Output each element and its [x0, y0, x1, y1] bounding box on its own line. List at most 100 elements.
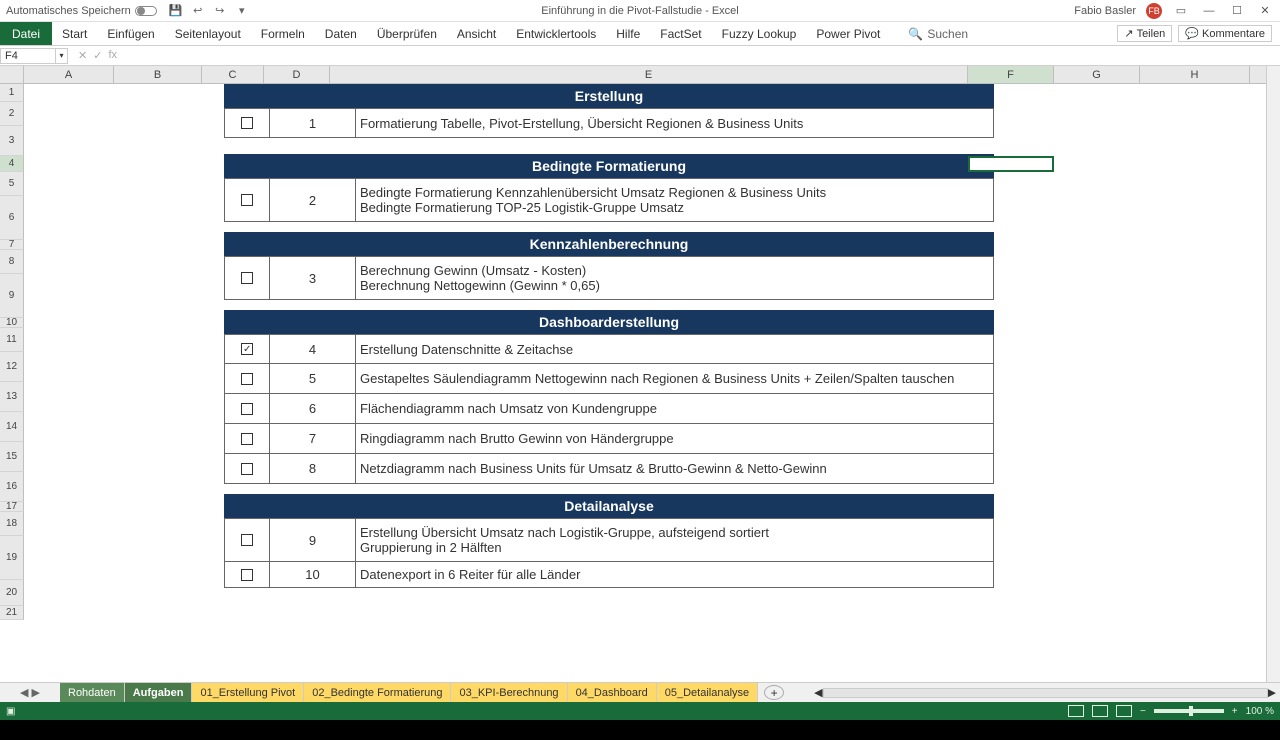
- zoom-slider[interactable]: [1154, 709, 1224, 713]
- page-break-view-icon[interactable]: [1116, 705, 1132, 717]
- col-header-b[interactable]: B: [114, 66, 202, 83]
- sheet-nav-buttons[interactable]: ◀ ▶: [0, 683, 60, 702]
- row-header-20[interactable]: 20: [0, 580, 24, 606]
- minimize-icon[interactable]: —: [1200, 4, 1218, 18]
- vertical-scrollbar[interactable]: [1266, 66, 1280, 682]
- save-icon[interactable]: 💾: [169, 4, 183, 18]
- redo-icon[interactable]: ↪: [213, 4, 227, 18]
- task-7-num: 7: [270, 424, 356, 454]
- task-10-checkbox[interactable]: [241, 569, 253, 581]
- comments-button[interactable]: 💬Kommentare: [1178, 25, 1272, 42]
- tab-seitenlayout[interactable]: Seitenlayout: [165, 22, 251, 45]
- task-1-checkbox[interactable]: [241, 117, 253, 129]
- row-header-2[interactable]: 2: [0, 102, 24, 126]
- sheet-tab-05[interactable]: 05_Detailanalyse: [657, 683, 758, 702]
- task-9-checkbox[interactable]: [241, 534, 253, 546]
- task-5-checkbox[interactable]: [241, 373, 253, 385]
- ribbon-display-icon[interactable]: ▭: [1172, 4, 1190, 18]
- zoom-out-icon[interactable]: −: [1140, 706, 1146, 717]
- maximize-icon[interactable]: ☐: [1228, 4, 1246, 18]
- task-6-desc: Flächendiagramm nach Umsatz von Kundengr…: [356, 394, 994, 424]
- col-header-h[interactable]: H: [1140, 66, 1250, 83]
- task-9-desc1: Erstellung Übersicht Umsatz nach Logisti…: [360, 525, 769, 540]
- col-header-g[interactable]: G: [1054, 66, 1140, 83]
- tab-formeln[interactable]: Formeln: [251, 22, 315, 45]
- normal-view-icon[interactable]: [1068, 705, 1084, 717]
- sheet-tab-aufgaben[interactable]: Aufgaben: [125, 683, 193, 702]
- accept-formula-icon[interactable]: ✓: [93, 49, 102, 62]
- autosave-toggle[interactable]: Automatisches Speichern: [6, 5, 157, 17]
- tab-power-pivot[interactable]: Power Pivot: [806, 22, 890, 45]
- search-placeholder: Suchen: [927, 27, 968, 41]
- comment-icon: 💬: [1185, 27, 1199, 40]
- user-name[interactable]: Fabio Basler: [1074, 5, 1136, 17]
- row-header-11[interactable]: 11: [0, 328, 24, 352]
- row-header-16[interactable]: 16: [0, 472, 24, 502]
- sheet-tab-02[interactable]: 02_Bedingte Formatierung: [304, 683, 451, 702]
- cancel-formula-icon[interactable]: ✕: [78, 49, 87, 62]
- qat-dropdown-icon[interactable]: ▾: [235, 4, 249, 18]
- tab-start[interactable]: Start: [52, 22, 97, 45]
- task-row-6: 6 Flächendiagramm nach Umsatz von Kunden…: [224, 394, 994, 424]
- zoom-level[interactable]: 100 %: [1246, 706, 1274, 717]
- row-header-6[interactable]: 6: [0, 196, 24, 240]
- zoom-in-icon[interactable]: +: [1232, 706, 1238, 717]
- row-header-19[interactable]: 19: [0, 536, 24, 580]
- select-all-corner[interactable]: [0, 66, 24, 83]
- col-header-a[interactable]: A: [24, 66, 114, 83]
- task-2-checkbox[interactable]: [241, 194, 253, 206]
- formula-input[interactable]: [123, 48, 1280, 64]
- tab-einfuegen[interactable]: Einfügen: [97, 22, 164, 45]
- row-header-10[interactable]: 10: [0, 318, 24, 328]
- row-header-12[interactable]: 12: [0, 352, 24, 382]
- tab-datei[interactable]: Datei: [0, 22, 52, 45]
- task-9-num: 9: [270, 518, 356, 562]
- row-header-7[interactable]: 7: [0, 240, 24, 250]
- fx-icon[interactable]: fx: [108, 49, 117, 62]
- row-header-14[interactable]: 14: [0, 412, 24, 442]
- task-4-checkbox[interactable]: [241, 343, 253, 355]
- row-header-8[interactable]: 8: [0, 250, 24, 274]
- task-8-checkbox[interactable]: [241, 463, 253, 475]
- tab-factset[interactable]: FactSet: [650, 22, 711, 45]
- tab-ueberpruefen[interactable]: Überprüfen: [367, 22, 447, 45]
- row-header-15[interactable]: 15: [0, 442, 24, 472]
- tab-daten[interactable]: Daten: [315, 22, 367, 45]
- task-6-checkbox[interactable]: [241, 403, 253, 415]
- sheet-tab-04[interactable]: 04_Dashboard: [568, 683, 657, 702]
- add-sheet-button[interactable]: +: [764, 685, 784, 700]
- row-header-13[interactable]: 13: [0, 382, 24, 412]
- row-header-21[interactable]: 21: [0, 606, 24, 620]
- row-header-4[interactable]: 4: [0, 156, 24, 172]
- share-button[interactable]: ↗Teilen: [1117, 25, 1172, 42]
- page-layout-view-icon[interactable]: [1092, 705, 1108, 717]
- undo-icon[interactable]: ↩: [191, 4, 205, 18]
- row-header-9[interactable]: 9: [0, 274, 24, 318]
- task-3-checkbox[interactable]: [241, 272, 253, 284]
- tab-entwicklertools[interactable]: Entwicklertools: [506, 22, 606, 45]
- toggle-switch-icon[interactable]: [135, 6, 157, 16]
- row-header-18[interactable]: 18: [0, 512, 24, 536]
- sheet-tab-01[interactable]: 01_Erstellung Pivot: [192, 683, 304, 702]
- row-header-3[interactable]: 3: [0, 126, 24, 156]
- tab-fuzzy-lookup[interactable]: Fuzzy Lookup: [712, 22, 807, 45]
- sheet-tab-03[interactable]: 03_KPI-Berechnung: [451, 683, 567, 702]
- sheet-tab-rohdaten[interactable]: Rohdaten: [60, 683, 125, 702]
- task-7-checkbox[interactable]: [241, 433, 253, 445]
- tab-ansicht[interactable]: Ansicht: [447, 22, 506, 45]
- name-box[interactable]: F4: [0, 48, 56, 64]
- task-4-desc: Erstellung Datenschnitte & Zeitachse: [356, 334, 994, 364]
- task-3-desc2: Berechnung Nettogewinn (Gewinn * 0,65): [360, 278, 600, 293]
- row-header-5[interactable]: 5: [0, 172, 24, 196]
- search-box[interactable]: 🔍 Suchen: [908, 27, 968, 41]
- name-box-dropdown-icon[interactable]: ▾: [56, 48, 68, 64]
- section-header-bedingte: Bedingte Formatierung: [224, 154, 994, 178]
- close-icon[interactable]: ✕: [1256, 4, 1274, 18]
- record-macro-icon[interactable]: ▣: [6, 706, 15, 717]
- row-header-17[interactable]: 17: [0, 502, 24, 512]
- tab-hilfe[interactable]: Hilfe: [606, 22, 650, 45]
- horizontal-scrollbar[interactable]: ◀▶: [810, 683, 1280, 702]
- user-avatar[interactable]: FB: [1146, 3, 1162, 19]
- spreadsheet-grid[interactable]: A B C D E F G H 1 2 3 4 5 6 7 8 9 10 11 …: [0, 66, 1280, 682]
- row-header-1[interactable]: 1: [0, 84, 24, 102]
